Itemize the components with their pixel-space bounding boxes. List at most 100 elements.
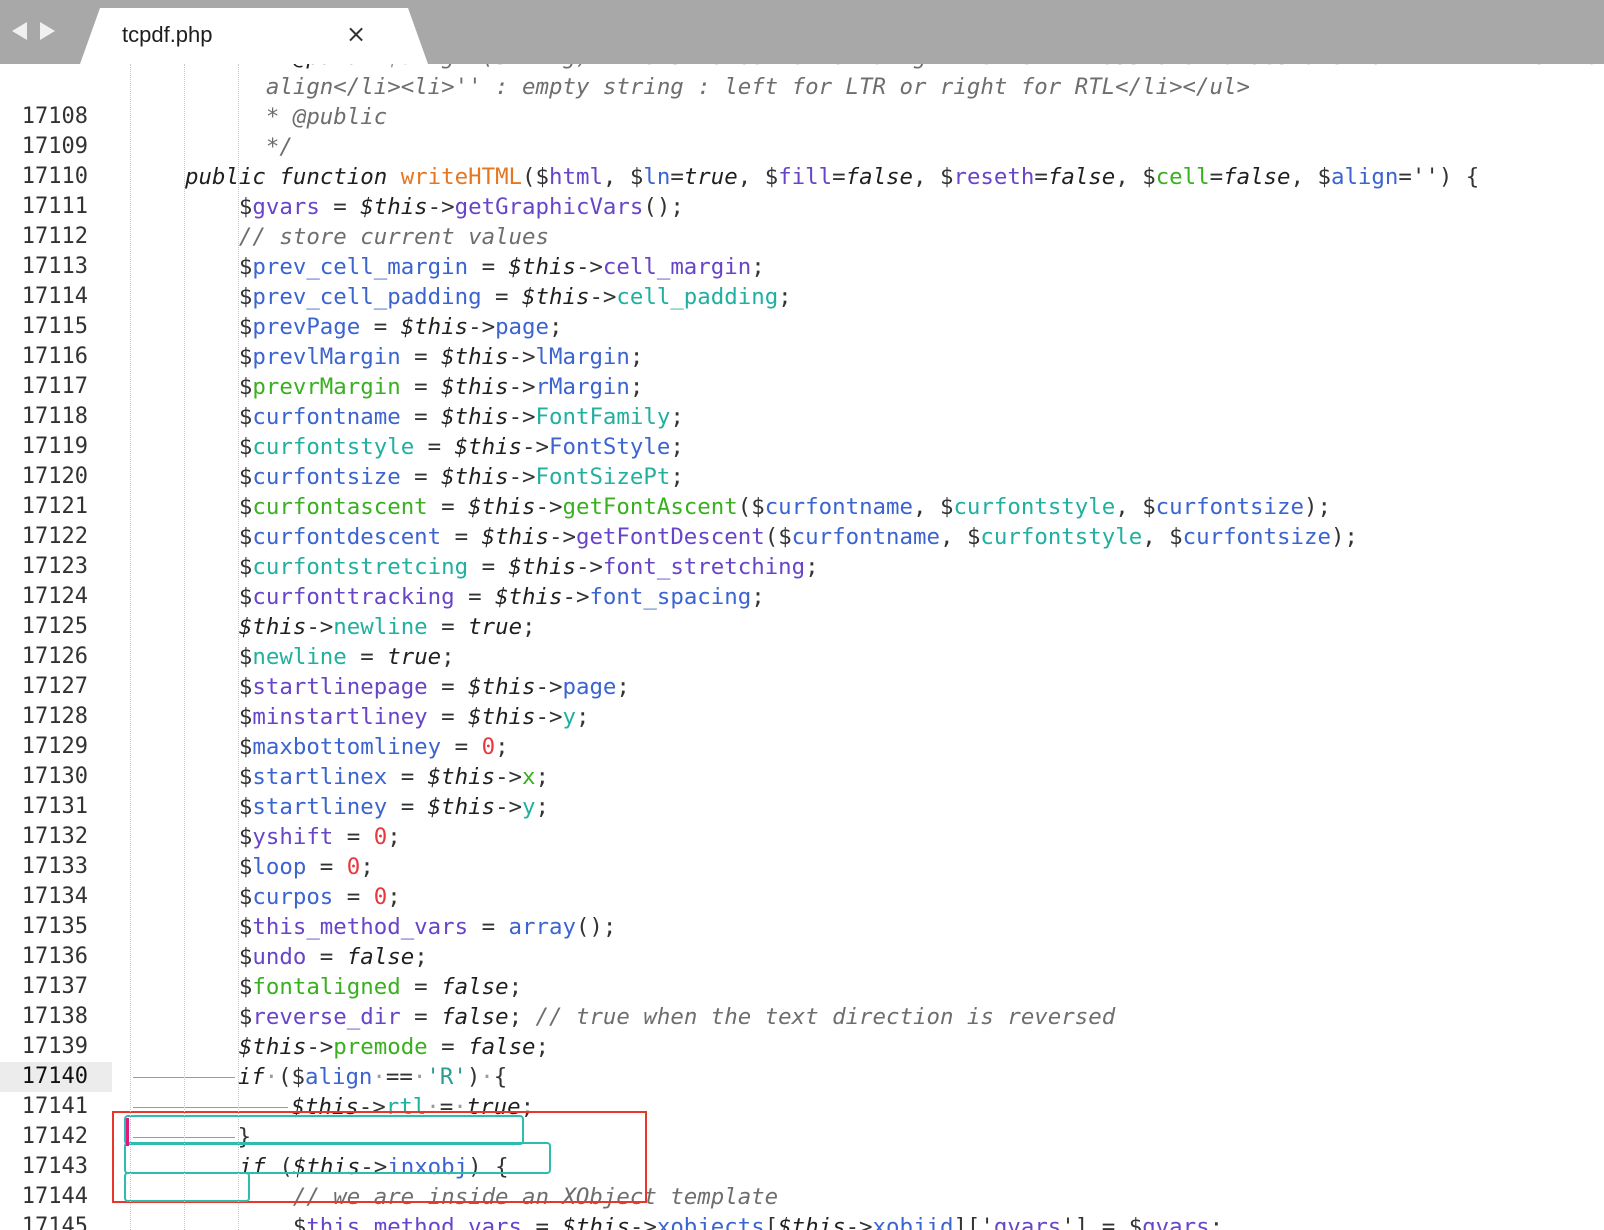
code-line[interactable]: 17145 $this_method_vars = $this->xobject… bbox=[0, 1212, 1604, 1230]
code-line[interactable]: 17127 $startlinepage = $this->page; bbox=[0, 672, 1604, 702]
code-line[interactable]: 17125 $this->newline = true; bbox=[0, 612, 1604, 642]
code-token: false bbox=[845, 164, 914, 190]
code-token: = bbox=[670, 164, 684, 190]
code-token: FontStyle bbox=[549, 434, 671, 460]
code-token: cell_margin bbox=[602, 254, 752, 280]
line-number: 17115 bbox=[21, 314, 88, 339]
code-token: page bbox=[562, 674, 617, 700]
code-token: $ bbox=[1142, 164, 1156, 190]
code-line[interactable]: 17138 $reverse_dir = false; // true when… bbox=[0, 1002, 1604, 1032]
code-token: $ bbox=[238, 464, 253, 490]
code-token: = bbox=[306, 854, 347, 880]
code-token: , bbox=[913, 494, 940, 520]
code-line[interactable]: 17134 $curpos = 0; bbox=[0, 882, 1604, 912]
code-token: [ bbox=[764, 1214, 779, 1230]
code-token: curfontstretcing bbox=[252, 554, 469, 580]
line-number: 17114 bbox=[21, 284, 88, 309]
code-token: gvars bbox=[1142, 1214, 1210, 1230]
code-line[interactable]: 17109 */ bbox=[0, 132, 1604, 162]
code-line[interactable]: 17135 $this_method_vars = array(); bbox=[0, 912, 1604, 942]
code-token: 0 bbox=[373, 884, 388, 910]
code-token: font_spacing bbox=[589, 584, 752, 610]
line-number: 17108 bbox=[21, 104, 88, 129]
code-token: ; bbox=[508, 974, 523, 1000]
code-line[interactable]: 17108 * @public bbox=[0, 102, 1604, 132]
code-token: curfontdescent bbox=[252, 524, 442, 550]
code-text: $undo = false; bbox=[185, 942, 428, 972]
code-line[interactable]: 17130 $startlinex = $this->x; bbox=[0, 762, 1604, 792]
code-line[interactable]: 17120 $curfontsize = $this->FontSizePt; bbox=[0, 462, 1604, 492]
code-token: $ bbox=[238, 404, 253, 430]
code-token: $ bbox=[238, 704, 253, 730]
file-tab[interactable]: tcpdf.php × bbox=[80, 8, 428, 64]
code-line[interactable]: 17116 $prevlMargin = $this->lMargin; bbox=[0, 342, 1604, 372]
code-line[interactable]: 17118 $curfontname = $this->FontFamily; bbox=[0, 402, 1604, 432]
code-line[interactable]: 17132 $yshift = 0; bbox=[0, 822, 1604, 852]
code-token: $ bbox=[535, 164, 549, 190]
code-line[interactable]: 17117 $prevrMargin = $this->rMargin; bbox=[0, 372, 1604, 402]
code-token: = bbox=[522, 1214, 563, 1230]
code-line[interactable]: 17119 $curfontstyle = $this->FontStyle; bbox=[0, 432, 1604, 462]
code-token: ; bbox=[629, 344, 644, 370]
code-token: -> bbox=[495, 764, 523, 790]
code-token: ; bbox=[616, 674, 630, 700]
code-line[interactable]: 17107 * @param $align (string) Allows to… bbox=[0, 64, 1604, 72]
close-icon[interactable]: × bbox=[346, 20, 366, 48]
code-line[interactable]: align</li><li>'' : empty string : left f… bbox=[0, 72, 1604, 102]
code-line[interactable]: 17131 $startliney = $this->y; bbox=[0, 792, 1604, 822]
code-token: cell bbox=[1155, 164, 1210, 190]
code-token: ( bbox=[278, 1064, 292, 1090]
code-line[interactable]: 17114 $prev_cell_padding = $this->cell_p… bbox=[0, 282, 1604, 312]
code-token: curfontsize bbox=[1182, 524, 1331, 550]
code-line[interactable]: 17133 $loop = 0; bbox=[0, 852, 1604, 882]
code-line[interactable]: 17136 $undo = false; bbox=[0, 942, 1604, 972]
code-token: = bbox=[468, 914, 509, 940]
line-number: 17124 bbox=[21, 584, 88, 609]
code-token: = bbox=[427, 704, 469, 730]
code-token: ; bbox=[805, 554, 819, 580]
code-token: yshift bbox=[252, 824, 334, 850]
code-editor[interactable]: 17107 * @param $align (string) Allows to… bbox=[0, 64, 1604, 1230]
code-token: { bbox=[493, 1064, 508, 1090]
code-line[interactable]: 17126 $newline = true; bbox=[0, 642, 1604, 672]
code-line[interactable]: 17123 $curfontstretcing = $this->font_st… bbox=[0, 552, 1604, 582]
code-token: $ bbox=[629, 164, 644, 190]
code-token: ; bbox=[535, 1034, 550, 1060]
code-line[interactable]: 17140 →→if·($align·==·'R')·{ bbox=[0, 1062, 1604, 1092]
code-line[interactable]: 17137 $fontaligned = false; bbox=[0, 972, 1604, 1002]
code-token: = bbox=[400, 1004, 442, 1030]
code-line[interactable]: 17139 $this->premode = false; bbox=[0, 1032, 1604, 1062]
code-text: $curfontascent = $this->getFontAscent($c… bbox=[185, 492, 1331, 522]
forward-arrow-icon[interactable] bbox=[40, 22, 55, 40]
back-arrow-icon[interactable] bbox=[12, 22, 27, 40]
code-token: $ bbox=[238, 884, 253, 910]
code-text: $startlinepage = $this->page; bbox=[185, 672, 630, 702]
code-token: ; bbox=[360, 854, 374, 880]
line-number: 17120 bbox=[21, 464, 88, 489]
code-line[interactable]: 17121 $curfontascent = $this->getFontAsc… bbox=[0, 492, 1604, 522]
code-token: $ bbox=[939, 164, 954, 190]
code-line[interactable]: 17124 $curfonttracking = $this->font_spa… bbox=[0, 582, 1604, 612]
code-token: = bbox=[427, 1034, 469, 1060]
code-line[interactable]: 17110 public function writeHTML($html, $l… bbox=[0, 162, 1604, 192]
code-token: prevPage bbox=[252, 314, 361, 340]
code-token: ; bbox=[387, 824, 401, 850]
code-text: // we are inside an XObject template bbox=[185, 1182, 778, 1212]
code-token: array bbox=[508, 914, 576, 940]
code-line[interactable]: 17112 // store current values bbox=[0, 222, 1604, 252]
indent-guide bbox=[130, 64, 131, 1230]
code-line[interactable]: 17129 $maxbottomliney = 0; bbox=[0, 732, 1604, 762]
code-line[interactable]: 17128 $minstartliney = $this->y; bbox=[0, 702, 1604, 732]
code-token: ); bbox=[1303, 494, 1331, 520]
code-token: = bbox=[400, 974, 442, 1000]
code-token: font_stretching bbox=[602, 554, 806, 580]
code-line[interactable]: 17113 $prev_cell_margin = $this->cell_ma… bbox=[0, 252, 1604, 282]
code-token: $this bbox=[441, 464, 509, 490]
code-line[interactable]: 17111 $gvars = $this->getGraphicVars(); bbox=[0, 192, 1604, 222]
code-line[interactable]: 17115 $prevPage = $this->page; bbox=[0, 312, 1604, 342]
code-token: = bbox=[400, 404, 442, 430]
code-line[interactable]: 17122 $curfontdescent = $this->getFontDe… bbox=[0, 522, 1604, 552]
